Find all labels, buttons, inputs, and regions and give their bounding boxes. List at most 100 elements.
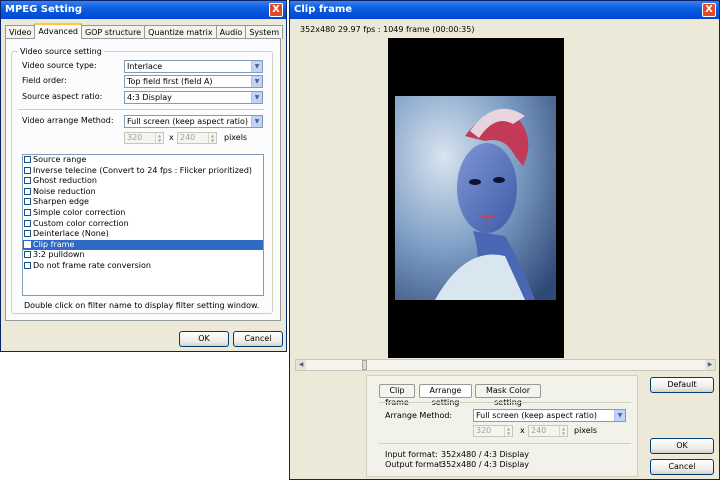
cancel-button[interactable]: Cancel — [233, 331, 283, 347]
tab-quantize-matrix[interactable]: Quantize matrix — [144, 25, 217, 39]
source-aspect-ratio-value: 4:3 Display — [127, 93, 172, 102]
advanced-tab-panel: Video source setting Video source type: … — [5, 38, 281, 321]
width-stepper[interactable]: 320 ▲ ▼ — [124, 132, 164, 144]
filter-item[interactable]: Inverse telecine (Convert to 24 fps : Fl… — [23, 166, 263, 177]
checkbox[interactable] — [24, 230, 31, 238]
tab-advanced[interactable]: Advanced — [34, 23, 82, 39]
video-source-type-value: Interlace — [127, 62, 163, 71]
portrait-image — [395, 96, 556, 300]
checkbox[interactable] — [24, 156, 31, 163]
filter-hint-text: Double click on filter name to display f… — [24, 301, 260, 310]
checkbox[interactable] — [24, 166, 31, 174]
clip-ok-button[interactable]: OK — [650, 438, 714, 454]
format-separator — [379, 443, 631, 444]
chevron-down-icon: ▼ — [614, 410, 625, 421]
scroll-left-arrow[interactable]: ◀ — [296, 360, 306, 370]
filter-label: Simple color correction — [33, 207, 126, 217]
filter-item[interactable]: Sharpen edge — [23, 197, 263, 208]
checkbox[interactable] — [24, 198, 31, 206]
source-aspect-ratio-label: Source aspect ratio: — [22, 92, 103, 101]
filter-item[interactable]: Ghost reduction — [23, 176, 263, 187]
size-separator: x — [169, 133, 174, 142]
checkbox[interactable] — [24, 261, 31, 269]
video-source-type-label: Video source type: — [22, 61, 97, 70]
tab-arrange-setting[interactable]: Arrange setting — [419, 384, 472, 407]
clip-frame-window: Clip frame X 352x480 29.97 fps : 1049 fr… — [289, 0, 720, 480]
mpeg-title-bar[interactable]: MPEG Setting X — [1, 1, 286, 19]
tab-gop-structure[interactable]: GOP structure — [80, 25, 146, 39]
ok-button[interactable]: OK — [179, 331, 229, 347]
arrange-method-select[interactable]: Full screen (keep aspect ratio) ▼ — [473, 409, 626, 422]
separator — [18, 109, 264, 110]
video-preview — [388, 38, 564, 358]
default-button[interactable]: Default — [650, 377, 714, 393]
filter-item[interactable]: Noise reduction — [23, 187, 263, 198]
settings-separator — [379, 402, 631, 403]
video-arrange-method-value: Full screen (keep aspect ratio) — [127, 117, 249, 126]
field-order-value: Top field first (field A) — [127, 77, 213, 86]
filter-item[interactable]: Do not frame rate conversion — [23, 261, 263, 272]
clip-title-bar[interactable]: Clip frame X — [290, 1, 719, 19]
clip-width-stepper[interactable]: 320 ▲ ▼ — [473, 425, 513, 437]
tab-clip-frame[interactable]: Clip frame — [379, 384, 415, 407]
spin-arrows-icon: ▲ ▼ — [155, 133, 163, 143]
filter-label: Inverse telecine (Convert to 24 fps : Fl… — [33, 165, 253, 175]
checkbox[interactable] — [24, 187, 31, 195]
clip-height-stepper[interactable]: 240 ▲ ▼ — [528, 425, 568, 437]
checkbox[interactable] — [24, 219, 31, 227]
chevron-down-icon: ▼ — [251, 92, 262, 103]
spin-arrows-icon: ▲ ▼ — [504, 426, 512, 436]
clip-height-value: 240 — [531, 426, 547, 435]
tab-audio[interactable]: Audio — [215, 25, 247, 39]
clip-close-button[interactable]: X — [702, 3, 716, 17]
filter-list[interactable]: Source range Inverse telecine (Convert t… — [22, 154, 264, 296]
filter-label: Do not frame rate conversion — [33, 260, 151, 270]
checkbox[interactable] — [24, 177, 31, 185]
spin-arrows-icon: ▲ ▼ — [559, 426, 567, 436]
video-arrange-method-select[interactable]: Full screen (keep aspect ratio) ▼ — [124, 115, 263, 128]
filter-item-selected[interactable]: ✓ Clip frame — [23, 239, 263, 251]
clip-pixels-label: pixels — [574, 426, 598, 435]
mpeg-setting-window: MPEG Setting X Video Advanced GOP struct… — [0, 0, 287, 352]
tab-video[interactable]: Video — [5, 25, 36, 39]
spin-arrows-icon: ▲ ▼ — [208, 133, 216, 143]
filter-item[interactable]: Custom color correction — [23, 219, 263, 230]
filter-item[interactable]: Simple color correction — [23, 208, 263, 219]
tab-mask-color-setting[interactable]: Mask Color setting — [475, 384, 541, 407]
filter-item[interactable]: Source range — [23, 155, 263, 166]
checkbox[interactable] — [24, 251, 31, 259]
checkbox-checked[interactable]: ✓ — [24, 240, 31, 248]
filter-label: Source range — [33, 155, 87, 164]
chevron-down-icon: ▼ — [251, 76, 262, 87]
filter-item[interactable]: Deinterlace (None) — [23, 229, 263, 240]
output-format-label: Output format: — [385, 460, 445, 469]
filter-label: Ghost reduction — [33, 176, 97, 186]
video-info-text: 352x480 29.97 fps : 1049 frame (00:00:35… — [300, 25, 475, 34]
source-aspect-ratio-select[interactable]: 4:3 Display ▼ — [124, 91, 263, 104]
video-arrange-method-label: Video arrange Method: — [22, 116, 114, 125]
slider-thumb[interactable] — [362, 360, 367, 370]
video-source-type-select[interactable]: Interlace ▼ — [124, 60, 263, 73]
video-source-group-label: Video source setting — [18, 47, 104, 56]
width-value: 320 — [127, 133, 143, 142]
height-stepper[interactable]: 240 ▲ ▼ — [177, 132, 217, 144]
chevron-down-icon: ▼ — [251, 61, 262, 72]
video-frame-image — [395, 96, 556, 300]
clip-width-value: 320 — [476, 426, 492, 435]
filter-label: Clip frame — [33, 239, 75, 249]
scroll-right-arrow[interactable]: ▶ — [705, 360, 715, 370]
height-value: 240 — [180, 133, 196, 142]
mpeg-window-title: MPEG Setting — [5, 4, 83, 15]
mpeg-close-button[interactable]: X — [269, 3, 283, 17]
checkbox[interactable] — [24, 208, 31, 216]
filter-item[interactable]: 3:2 pulldown — [23, 250, 263, 261]
field-order-select[interactable]: Top field first (field A) ▼ — [124, 75, 263, 88]
filter-label: 3:2 pulldown — [33, 250, 85, 260]
pixels-label: pixels — [224, 133, 248, 142]
clip-cancel-button[interactable]: Cancel — [650, 459, 714, 475]
filter-label: Deinterlace (None) — [33, 229, 109, 239]
field-order-label: Field order: — [22, 76, 67, 85]
output-format-value: 352x480 / 4:3 Display — [441, 460, 529, 469]
tab-system[interactable]: System — [245, 25, 284, 39]
timeline-slider[interactable]: ◀ ▶ — [295, 359, 716, 371]
